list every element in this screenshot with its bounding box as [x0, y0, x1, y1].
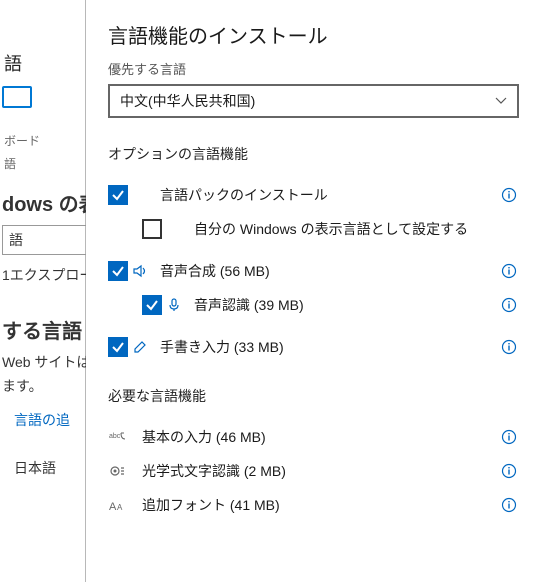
chevron-down-icon — [495, 95, 507, 107]
bg-l2: 語 — [0, 155, 85, 172]
install-language-features-panel: 言語機能のインストール 優先する言語 中文(中华人民共和国) オプションの言語機… — [86, 0, 541, 582]
microphone-icon — [162, 297, 186, 313]
pen-icon — [128, 339, 152, 355]
optional-features-heading: オプションの言語機能 — [108, 144, 519, 164]
abc-icon: abc — [108, 427, 128, 447]
font-icon: AA — [108, 495, 128, 515]
row-ocr: 光学式文字認識 (2 MB) — [108, 454, 519, 488]
row-display-language: 自分の Windows の表示言語として設定する — [142, 212, 519, 246]
bg-search-value: 語 — [9, 230, 23, 250]
row-handwriting: 手書き入力 (33 MB) — [108, 330, 519, 364]
required-features-heading: 必要な言語機能 — [108, 386, 519, 406]
bg-link2[interactable]: 日本語 — [14, 458, 85, 478]
preferred-language-label: 優先する言語 — [108, 59, 519, 78]
label-handwriting: 手書き入力 (33 MB) — [152, 337, 499, 357]
settings-background: 語 ボード 語 dows の表 語 1エクスプローラー する言語 Web サイト… — [0, 0, 86, 582]
info-ocr[interactable] — [499, 461, 519, 481]
info-handwriting[interactable] — [499, 337, 519, 357]
row-speech-recognition: 音声認識 (39 MB) — [142, 288, 519, 322]
bg-sub1: 1エクスプローラー — [0, 265, 85, 285]
preferred-language-select[interactable]: 中文(中华人民共和国) — [108, 84, 519, 118]
select-value: 中文(中华人民共和国) — [120, 91, 255, 111]
label-basic-typing: 基本の入力 (46 MB) — [128, 427, 499, 447]
checkbox-display-language[interactable] — [142, 219, 162, 239]
label-language-pack: 言語パックのインストール — [152, 185, 499, 205]
tts-icon — [128, 263, 152, 279]
label-display-language: 自分の Windows の表示言語として設定する — [186, 219, 519, 239]
panel-title: 言語機能のインストール — [108, 20, 519, 49]
ocr-icon — [108, 461, 128, 481]
row-language-pack: 言語パックのインストール — [108, 178, 519, 212]
svg-text:abc: abc — [109, 433, 121, 440]
checkbox-tts[interactable] — [108, 261, 128, 281]
info-tts[interactable] — [499, 261, 519, 281]
info-fonts[interactable] — [499, 495, 519, 515]
label-speech-recognition: 音声認識 (39 MB) — [186, 295, 499, 315]
svg-text:A: A — [117, 503, 123, 512]
row-basic-typing: abc 基本の入力 (46 MB) — [108, 420, 519, 454]
label-ocr: 光学式文字認識 (2 MB) — [128, 461, 499, 481]
label-fonts: 追加フォント (41 MB) — [128, 495, 499, 515]
svg-text:A: A — [109, 501, 117, 513]
bg-hdr: 語 — [0, 50, 85, 76]
label-tts: 音声合成 (56 MB) — [152, 261, 499, 281]
checkbox-handwriting[interactable] — [108, 337, 128, 357]
row-tts: 音声合成 (56 MB) — [108, 254, 519, 288]
bg-link1[interactable]: 言語の追 — [14, 410, 85, 430]
bg-l1: ボード — [0, 132, 85, 149]
bg-para2: ます。 — [0, 376, 85, 396]
checkbox-speech-recognition[interactable] — [142, 295, 162, 315]
bg-para1: Web サイトは — [0, 352, 85, 372]
info-basic-typing[interactable] — [499, 427, 519, 447]
info-language-pack[interactable] — [499, 185, 519, 205]
bg-heading2: する言語 — [0, 315, 85, 344]
row-fonts: AA 追加フォント (41 MB) — [108, 488, 519, 522]
info-speech-recognition[interactable] — [499, 295, 519, 315]
bg-heading1: dows の表 — [0, 188, 85, 217]
checkbox-language-pack[interactable] — [108, 185, 128, 205]
keyboard-icon — [2, 86, 32, 108]
